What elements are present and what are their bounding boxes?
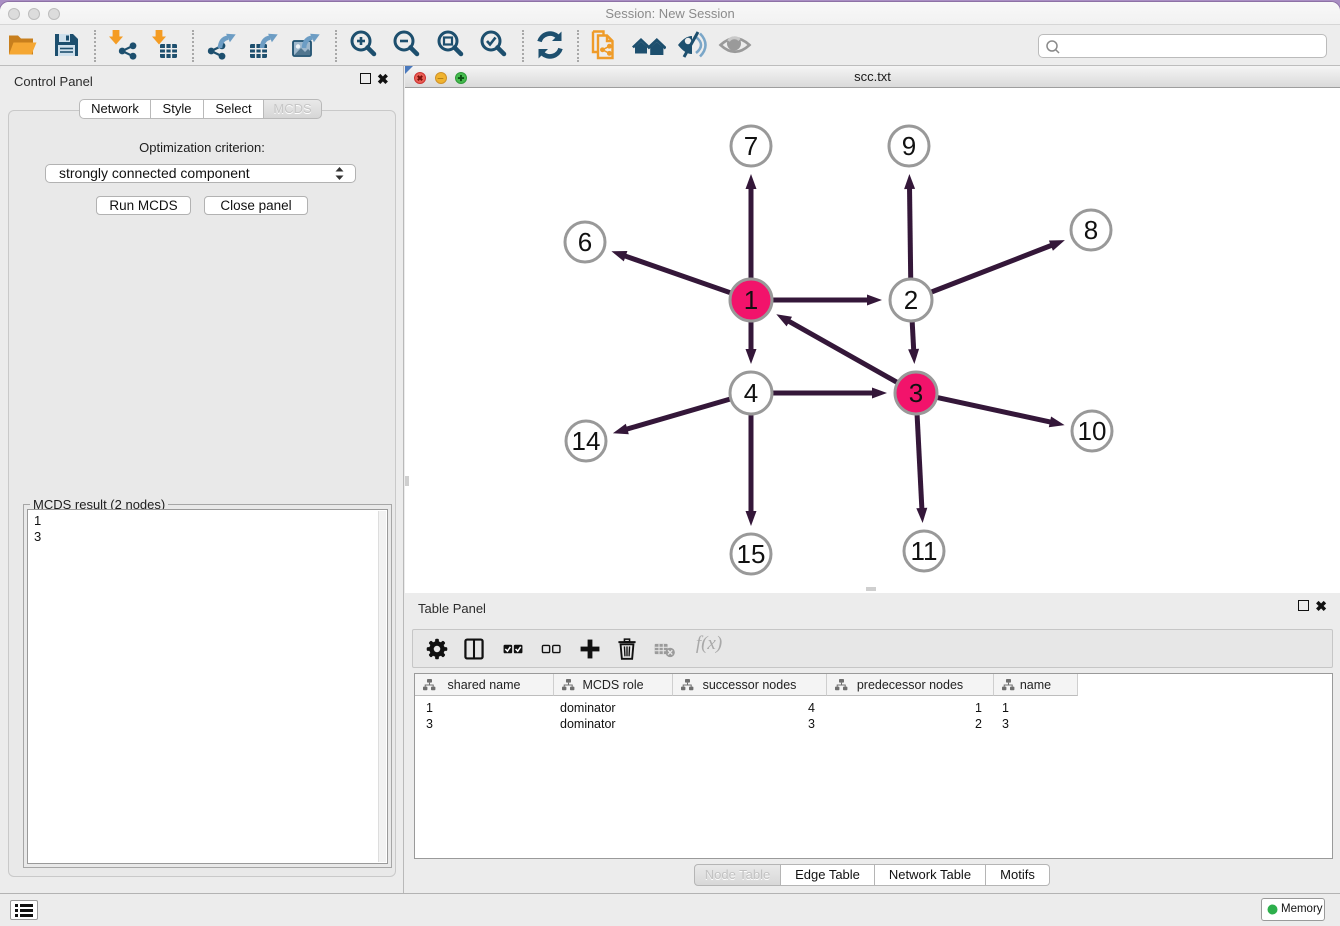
svg-text:1: 1 (744, 285, 758, 315)
svg-text:11: 11 (911, 536, 938, 566)
svg-text:9: 9 (902, 131, 916, 161)
svg-text:3: 3 (909, 378, 923, 408)
svg-text:4: 4 (744, 378, 758, 408)
svg-text:14: 14 (572, 426, 601, 456)
svg-text:2: 2 (904, 285, 918, 315)
svg-text:6: 6 (578, 227, 592, 257)
svg-text:7: 7 (744, 131, 758, 161)
svg-text:10: 10 (1078, 416, 1107, 446)
svg-text:8: 8 (1084, 215, 1098, 245)
svg-text:15: 15 (737, 539, 766, 569)
